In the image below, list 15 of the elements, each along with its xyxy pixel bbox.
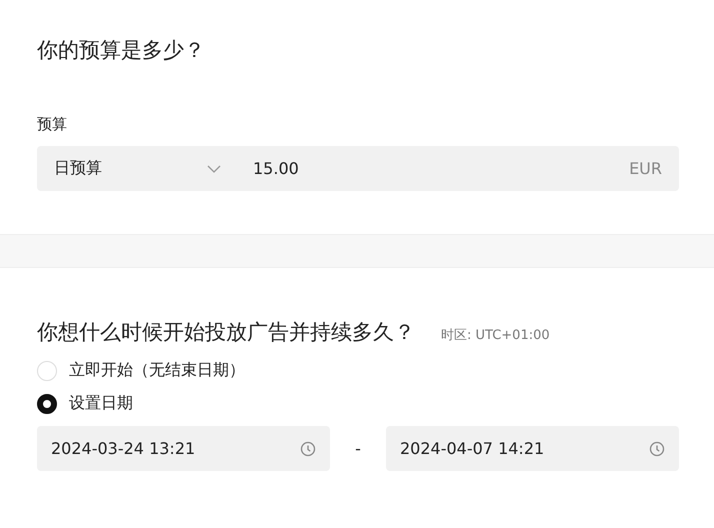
amount-field[interactable]: 15.00 EUR [235,146,679,191]
chevron-down-icon [207,164,221,172]
option-label: 立即开始（无结束日期） [69,360,245,381]
radio-button[interactable] [37,394,57,414]
section-title: 你想什么时候开始投放广告并持续多久？ [37,319,415,346]
section-title: 你的预算是多少？ [37,37,206,64]
start-date-field[interactable]: 2024-03-24 13:21 [37,426,330,471]
budget-type-dropdown[interactable]: 日预算 [37,146,235,191]
clock-icon [649,440,665,456]
timezone-label: 时区: UTC+01:00 [441,327,550,344]
option-label: 设置日期 [69,393,133,414]
end-date-field[interactable]: 2024-04-07 14:21 [386,426,679,471]
range-separator: - [355,439,361,458]
clock-icon [300,440,316,456]
field-label: 预算 [37,115,67,133]
